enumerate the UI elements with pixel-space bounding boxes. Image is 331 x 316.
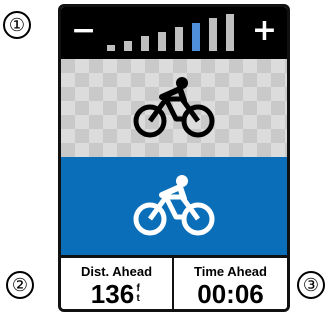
cyclist-icon [133, 175, 215, 236]
time-ahead-label: Time Ahead [194, 264, 267, 279]
decrease-button[interactable]: − [71, 14, 96, 48]
callout-1: ① [3, 11, 31, 39]
level-bar-5[interactable] [175, 27, 183, 51]
distance-ahead-field[interactable]: Dist. Ahead 136 f t [61, 258, 174, 309]
callout-3: ③ [297, 271, 325, 299]
cyclist-icon [133, 77, 215, 138]
level-indicator [107, 7, 243, 59]
level-bar-1[interactable] [107, 45, 115, 51]
distance-ahead-value: 136 f t [61, 280, 172, 308]
increase-button[interactable]: + [252, 14, 277, 48]
time-ahead-value: 00:06 [197, 279, 264, 309]
distance-unit: ft [136, 283, 140, 304]
level-bar-2[interactable] [124, 40, 132, 51]
activity-profile-option[interactable] [61, 59, 287, 157]
distance-ahead-label: Dist. Ahead [80, 264, 153, 279]
callout-2: ② [6, 271, 34, 299]
activity-profile-selected[interactable] [61, 157, 287, 255]
data-fields: Dist. Ahead 136 f t Time Ahead 00:06 [61, 255, 287, 309]
level-bar-8[interactable] [226, 13, 234, 51]
time-ahead-field[interactable]: Time Ahead 00:06 [174, 258, 287, 309]
level-bar-3[interactable] [141, 36, 149, 51]
level-bar-7[interactable] [209, 18, 217, 51]
level-bar-4[interactable] [158, 31, 166, 51]
level-bar: − + [61, 7, 287, 59]
device-screen: − + Dist. Ahead 136 f t Time Ahead 00:06 [58, 4, 290, 312]
level-bar-6[interactable] [192, 22, 200, 51]
